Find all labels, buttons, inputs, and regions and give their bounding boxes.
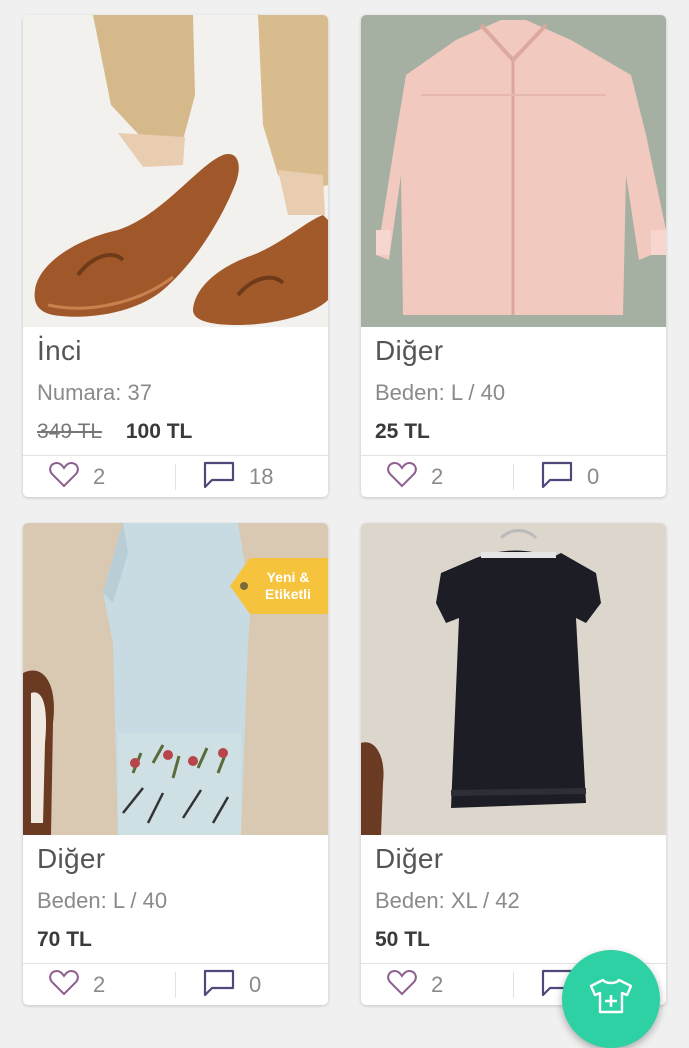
like-button[interactable]: 2 [387, 461, 444, 493]
new-with-tags-badge: Yeni & Etiketli [230, 558, 328, 614]
size-label: Beden: XL / 42 [375, 888, 520, 913]
product-photo-loafers[interactable] [23, 15, 328, 327]
sale-price: 100 TL [125, 420, 193, 443]
speech-bubble-icon [541, 461, 573, 494]
original-price: 349 TL [37, 420, 102, 443]
footer-divider [175, 972, 176, 998]
heart-outline-icon [387, 461, 417, 493]
speech-bubble-icon [203, 969, 235, 1002]
sale-price: 25 TL [375, 420, 430, 443]
card-actions: 2 0 [361, 455, 666, 497]
sale-price: 70 TL [37, 928, 92, 951]
size-label: Numara: 37 [37, 380, 152, 405]
comment-count: 0 [249, 972, 262, 997]
product-photo-shirt[interactable] [361, 15, 666, 327]
card-actions: 2 18 [23, 455, 328, 497]
price-row: 25 TL [375, 420, 430, 444]
product-card[interactable]: Yeni & Etiketli Diğer Beden: L / 40 70 T… [23, 523, 328, 1005]
price-row: 349 TL 100 TL [37, 420, 192, 444]
product-photo-dress-blue[interactable]: Yeni & Etiketli [23, 523, 328, 835]
product-photo-dress-black[interactable] [361, 523, 666, 835]
footer-divider [513, 464, 514, 490]
heart-outline-icon [387, 969, 417, 1001]
badge-line1: Yeni & [266, 569, 310, 585]
like-button[interactable]: 2 [387, 969, 444, 1001]
comment-button[interactable]: 0 [203, 969, 262, 1002]
footer-divider [513, 972, 514, 998]
badge-line2: Etiketli [265, 586, 311, 602]
brand-name: Diğer [375, 335, 444, 366]
footer-divider [175, 464, 176, 490]
brand-name: İnci [37, 335, 82, 366]
heart-outline-icon [49, 969, 79, 1001]
add-listing-button[interactable] [562, 950, 660, 1048]
price-row: 70 TL [37, 928, 92, 952]
comment-button[interactable]: 0 [541, 461, 600, 494]
card-actions: 2 0 [23, 963, 328, 1005]
comment-button[interactable]: 18 [203, 461, 274, 494]
product-card[interactable]: İnci Numara: 37 349 TL 100 TL 2 18 [23, 15, 328, 497]
sale-price: 50 TL [375, 928, 430, 951]
product-card[interactable]: Diğer Beden: L / 40 25 TL 2 0 [361, 15, 666, 497]
comment-count: 18 [249, 464, 274, 489]
add-clothing-icon [589, 950, 633, 1019]
speech-bubble-icon [203, 461, 235, 494]
price-row: 50 TL [375, 928, 430, 952]
size-label: Beden: L / 40 [375, 380, 506, 405]
like-count: 2 [431, 464, 444, 489]
like-button[interactable]: 2 [49, 461, 106, 493]
like-count: 2 [431, 972, 444, 997]
like-button[interactable]: 2 [49, 969, 106, 1001]
size-label: Beden: L / 40 [37, 888, 168, 913]
like-count: 2 [93, 972, 106, 997]
product-card[interactable]: Diğer Beden: XL / 42 50 TL 2 0 [361, 523, 666, 1005]
brand-name: Diğer [375, 843, 444, 874]
like-count: 2 [93, 464, 106, 489]
comment-count: 0 [587, 464, 600, 489]
heart-outline-icon [49, 461, 79, 493]
brand-name: Diğer [37, 843, 106, 874]
